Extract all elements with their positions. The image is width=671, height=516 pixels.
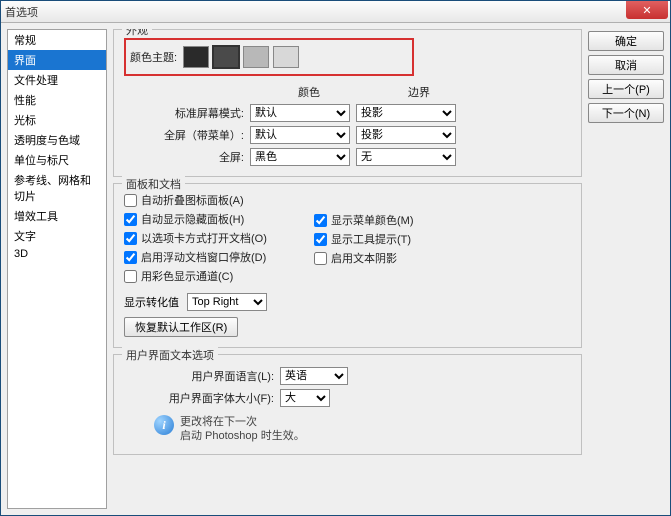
label-fullscreen: 全屏:: [124, 149, 244, 165]
sidebar-item-type[interactable]: 文字: [8, 226, 106, 246]
check-auto-collapse[interactable]: [124, 194, 137, 207]
checkbox-grid: 自动折叠图标面板(A) 自动显示隐藏面板(H) 以选项卡方式打开文档(O) 启用…: [124, 192, 571, 287]
text-options-group: 用户界面文本选项 用户界面语言(L): 英语 用户界面字体大小(F): 大 i …: [113, 354, 582, 455]
ok-button[interactable]: 确定: [588, 31, 664, 51]
preferences-window: 首选项 ✕ 常规 界面 文件处理 性能 光标 透明度与色域 单位与标尺 参考线、…: [0, 0, 671, 516]
select-fs-border[interactable]: 无: [356, 148, 456, 166]
button-column: 确定 取消 上一个(P) 下一个(N): [588, 29, 664, 509]
lang-label: 用户界面语言(L):: [124, 368, 274, 384]
label-menu-colors[interactable]: 显示菜单颜色(M): [331, 212, 414, 228]
sidebar-item-plugins[interactable]: 增效工具: [8, 206, 106, 226]
window-body: 常规 界面 文件处理 性能 光标 透明度与色域 单位与标尺 参考线、网格和切片 …: [1, 23, 670, 515]
check-auto-show[interactable]: [124, 213, 137, 226]
select-ui-language[interactable]: 英语: [280, 367, 348, 385]
prev-button[interactable]: 上一个(P): [588, 79, 664, 99]
sidebar-item-performance[interactable]: 性能: [8, 90, 106, 110]
info-text: 更改将在下一次 启动 Photoshop 时生效。: [180, 415, 305, 444]
header-color: 颜色: [254, 84, 364, 100]
text-options-title: 用户界面文本选项: [122, 347, 218, 363]
check-text-shadow[interactable]: [314, 252, 327, 265]
cancel-button[interactable]: 取消: [588, 55, 664, 75]
theme-swatch-darkest[interactable]: [183, 46, 209, 68]
check-open-tabs[interactable]: [124, 232, 137, 245]
restore-workspaces-button[interactable]: 恢复默认工作区(R): [124, 317, 238, 337]
label-standard: 标准屏幕模式:: [124, 105, 244, 121]
size-row: 用户界面字体大小(F): 大: [124, 389, 571, 407]
lang-row: 用户界面语言(L): 英语: [124, 367, 571, 385]
row-fullscreen: 全屏: 黑色 无: [124, 148, 571, 166]
info-icon: i: [154, 415, 174, 435]
window-title: 首选项: [5, 4, 38, 20]
checkbox-col-right: 显示菜单颜色(M) 显示工具提示(T) 启用文本阴影: [314, 192, 414, 287]
sidebar-item-general[interactable]: 常规: [8, 30, 106, 50]
label-tooltips[interactable]: 显示工具提示(T): [331, 231, 411, 247]
check-color-channels[interactable]: [124, 270, 137, 283]
row-standard: 标准屏幕模式: 默认 投影: [124, 104, 571, 122]
category-sidebar: 常规 界面 文件处理 性能 光标 透明度与色域 单位与标尺 参考线、网格和切片 …: [7, 29, 107, 509]
sidebar-item-3d[interactable]: 3D: [8, 246, 106, 262]
next-button[interactable]: 下一个(N): [588, 103, 664, 123]
select-fsmenu-color[interactable]: 默认: [250, 126, 350, 144]
appearance-group: 外观 颜色主题: 颜色 边界 标准屏幕模式: 默认: [113, 29, 582, 177]
restore-row: 恢复默认工作区(R): [124, 317, 571, 337]
convert-label: 显示转化值: [124, 294, 179, 310]
row-fullscreen-menu: 全屏（带菜单）: 默认 投影: [124, 126, 571, 144]
select-fsmenu-border[interactable]: 投影: [356, 126, 456, 144]
checkbox-col-left: 自动折叠图标面板(A) 自动显示隐藏面板(H) 以选项卡方式打开文档(O) 启用…: [124, 192, 314, 287]
label-floating-dock[interactable]: 启用浮动文档窗口停放(D): [141, 249, 266, 265]
sidebar-item-guides[interactable]: 参考线、网格和切片: [8, 170, 106, 206]
theme-swatch-dark[interactable]: [213, 46, 239, 68]
theme-row-highlight: 颜色主题:: [124, 38, 414, 76]
sidebar-item-interface[interactable]: 界面: [8, 50, 106, 70]
panels-title: 面板和文档: [122, 176, 185, 192]
check-tooltips[interactable]: [314, 233, 327, 246]
column-headers: 颜色 边界: [254, 84, 571, 100]
titlebar: 首选项 ✕: [1, 1, 670, 23]
select-standard-border[interactable]: 投影: [356, 104, 456, 122]
sidebar-item-file-handling[interactable]: 文件处理: [8, 70, 106, 90]
check-floating-dock[interactable]: [124, 251, 137, 264]
sidebar-item-cursors[interactable]: 光标: [8, 110, 106, 130]
label-auto-collapse[interactable]: 自动折叠图标面板(A): [141, 192, 244, 208]
theme-swatches: [183, 46, 299, 68]
theme-swatch-lightest[interactable]: [273, 46, 299, 68]
theme-swatch-light[interactable]: [243, 46, 269, 68]
label-open-tabs[interactable]: 以选项卡方式打开文档(O): [141, 230, 267, 246]
header-border: 边界: [364, 84, 474, 100]
label-auto-show[interactable]: 自动显示隐藏面板(H): [141, 211, 244, 227]
size-label: 用户界面字体大小(F):: [124, 390, 274, 406]
main-panel: 外观 颜色主题: 颜色 边界 标准屏幕模式: 默认: [113, 29, 582, 509]
sidebar-item-transparency[interactable]: 透明度与色域: [8, 130, 106, 150]
info-row: i 更改将在下一次 启动 Photoshop 时生效。: [124, 415, 571, 444]
label-color-channels[interactable]: 用彩色显示通道(C): [141, 268, 233, 284]
label-fullscreen-menu: 全屏（带菜单）:: [124, 127, 244, 143]
select-fs-color[interactable]: 黑色: [250, 148, 350, 166]
select-standard-color[interactable]: 默认: [250, 104, 350, 122]
panels-group: 面板和文档 自动折叠图标面板(A) 自动显示隐藏面板(H) 以选项卡方式打开文档…: [113, 183, 582, 348]
sidebar-item-units[interactable]: 单位与标尺: [8, 150, 106, 170]
convert-row: 显示转化值 Top Right: [124, 293, 571, 311]
check-menu-colors[interactable]: [314, 214, 327, 227]
close-icon: ✕: [642, 4, 651, 17]
appearance-title: 外观: [122, 29, 152, 38]
select-convert-value[interactable]: Top Right: [187, 293, 267, 311]
close-button[interactable]: ✕: [626, 1, 668, 19]
select-ui-font-size[interactable]: 大: [280, 389, 330, 407]
label-text-shadow[interactable]: 启用文本阴影: [331, 250, 397, 266]
theme-label: 颜色主题:: [130, 49, 177, 65]
